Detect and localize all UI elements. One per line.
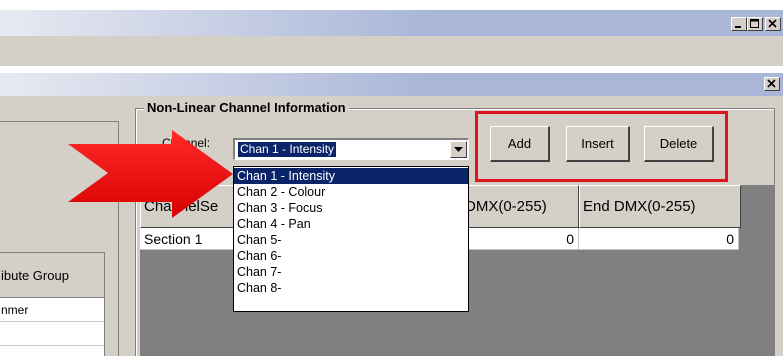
menu-strip (0, 36, 783, 66)
outer-title-bar[interactable] (0, 10, 783, 36)
groupbox-title: Non-Linear Channel Information (144, 100, 349, 115)
table-row[interactable]: nmer (0, 298, 104, 322)
attribute-table: ibute Group nmer (0, 252, 105, 356)
minimize-icon (735, 26, 741, 28)
channel-combobox-value: Chan 1 - Intensity (236, 141, 338, 158)
channel-dropdown-list: Chan 1 - Intensity Chan 2 - Colour Chan … (233, 166, 469, 312)
dropdown-option[interactable]: Chan 1 - Intensity (234, 168, 468, 184)
close-icon (767, 79, 776, 88)
channel-combobox[interactable]: Chan 1 - Intensity (233, 138, 469, 160)
dropdown-option[interactable]: Chan 8- (234, 280, 468, 296)
delete-button[interactable]: Delete (644, 126, 714, 162)
inner-window-controls (764, 77, 780, 91)
maximize-button[interactable] (747, 17, 763, 31)
add-button[interactable]: Add (490, 126, 550, 162)
dropdown-option[interactable]: Chan 6- (234, 248, 468, 264)
insert-button[interactable]: Insert (566, 126, 630, 162)
screen: ibute Group nmer Non-Linear Channel Info… (0, 0, 783, 356)
dropdown-option[interactable]: Chan 3 - Focus (234, 200, 468, 216)
dropdown-option[interactable]: Chan 4 - Pan (234, 216, 468, 232)
table-row[interactable] (0, 322, 104, 346)
dropdown-option[interactable]: Chan 5- (234, 232, 468, 248)
maximize-icon (750, 19, 759, 28)
minimize-button[interactable] (731, 17, 747, 31)
inner-title-bar[interactable] (0, 73, 783, 96)
dropdown-option[interactable]: Chan 2 - Colour (234, 184, 468, 200)
cell-end-dmx[interactable]: 0 (579, 228, 739, 250)
inner-close-button[interactable] (764, 77, 780, 91)
outer-window-controls (731, 17, 781, 31)
red-arrow-callout (68, 130, 233, 218)
close-button[interactable] (765, 17, 781, 31)
column-header-end-dmx[interactable]: End DMX(0-255) (579, 185, 741, 228)
attribute-table-header[interactable]: ibute Group (0, 253, 104, 298)
close-icon (768, 19, 777, 28)
chevron-down-icon (454, 146, 463, 152)
dropdown-option[interactable]: Chan 7- (234, 264, 468, 280)
combobox-dropdown-button[interactable] (450, 141, 467, 158)
